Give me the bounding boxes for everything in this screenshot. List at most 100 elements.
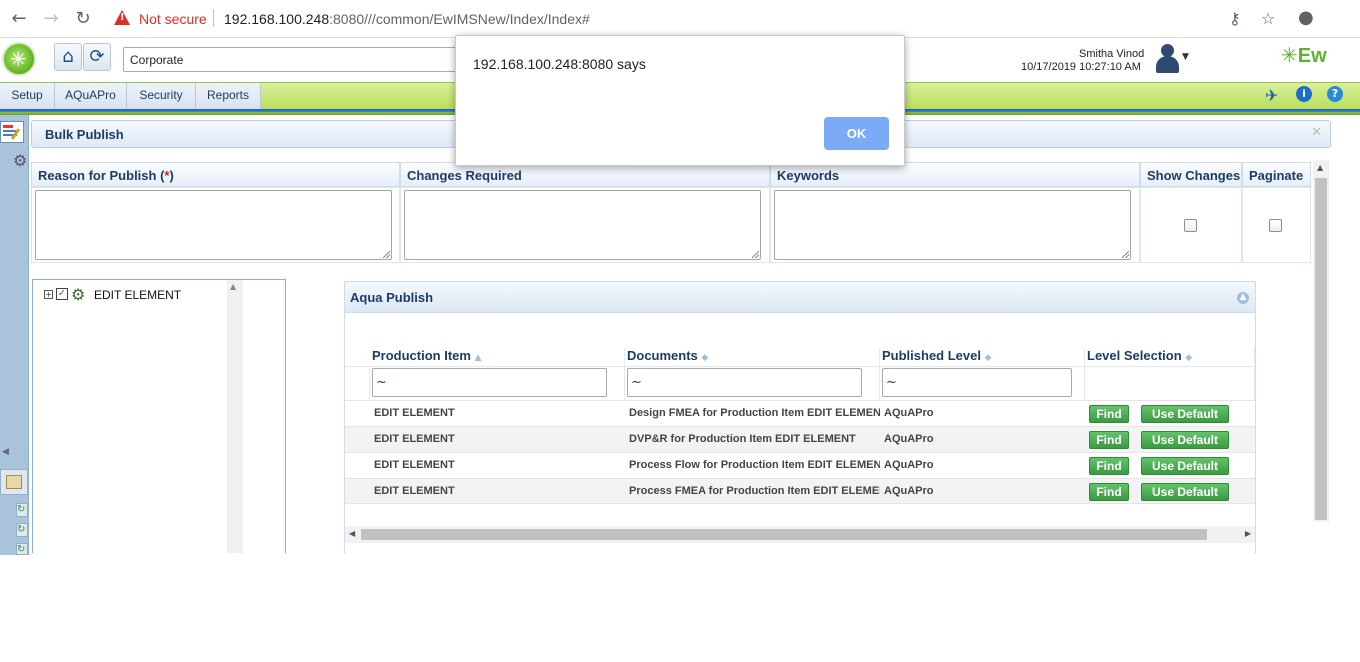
gear-icon[interactable]: ⚙: [13, 151, 27, 170]
dialog-message: 192.168.100.248:8080 says: [473, 56, 646, 72]
app-logo-icon: [2, 42, 36, 76]
cell-production-item: EDIT ELEMENT: [374, 459, 455, 471]
menu-group: Setup AQuAPro Security Reports: [0, 83, 261, 109]
use-default-button[interactable]: Use Default: [1141, 405, 1229, 423]
column-header-documents[interactable]: Documents ◆: [625, 348, 880, 366]
star-icon[interactable]: ☆: [1261, 9, 1275, 28]
filter-cell: ~: [625, 366, 880, 400]
sort-icon: ◆: [984, 353, 992, 363]
scroll-thumb[interactable]: [361, 529, 1207, 540]
back-arrow-icon[interactable]: ←: [8, 8, 30, 30]
security-label[interactable]: Not secure: [139, 11, 207, 27]
grid-title: Aqua Publish: [350, 290, 434, 305]
menu-item-reports[interactable]: Reports: [196, 83, 261, 109]
reload-icon[interactable]: ↻: [72, 8, 94, 30]
reason-label-close: ): [169, 168, 174, 183]
key-icon[interactable]: ⚷: [1229, 9, 1241, 28]
gear-icon: ⚙: [71, 285, 86, 304]
cell-production-item: EDIT ELEMENT: [374, 407, 455, 419]
scroll-up-icon[interactable]: ▲: [1317, 163, 1323, 172]
menu-item-aquapro[interactable]: AQuAPro: [55, 83, 127, 109]
use-default-button[interactable]: Use Default: [1141, 483, 1229, 501]
cell-published-level: AQuAPro: [884, 459, 934, 471]
find-button[interactable]: Find: [1089, 457, 1129, 475]
find-button[interactable]: Find: [1089, 431, 1129, 449]
tool-icon[interactable]: [0, 469, 28, 495]
user-name: Smitha Vinod: [1079, 48, 1145, 60]
filter-published-level-input[interactable]: ~: [882, 368, 1072, 397]
aqua-publish-grid: Aqua Publish ▲ Production Item ▲ Documen…: [344, 281, 1256, 553]
collapse-left-icon[interactable]: ◀: [2, 447, 9, 457]
column-header-published-level[interactable]: Published Level ◆: [880, 348, 1085, 366]
keywords-textarea[interactable]: [774, 190, 1131, 260]
reason-label: Reason for Publish (: [38, 168, 165, 183]
brand-text: Ew: [1297, 45, 1327, 67]
filter-production-item-input[interactable]: ~: [372, 368, 607, 397]
screen: ← → ↻ ! Not secure 192.168.100.248:8080/…: [0, 0, 1360, 662]
home-icon[interactable]: ⌂: [54, 43, 82, 71]
url-text[interactable]: 192.168.100.248:8080///common/EwIMSNew/I…: [224, 11, 590, 27]
column-label: Production Item: [372, 348, 471, 363]
paginate-header: Paginate: [1242, 162, 1311, 187]
find-button[interactable]: Find: [1089, 405, 1129, 423]
url-path: :8080///common/EwIMSNew/Index/Index#: [329, 11, 590, 27]
filter-documents-input[interactable]: ~: [627, 368, 862, 397]
tree-scrollbar[interactable]: [227, 280, 243, 553]
side-toolbar: ⚙ ◀ ↻ ↻ ↻: [0, 115, 29, 555]
show-changes-checkbox[interactable]: [1184, 219, 1197, 232]
main-content: Bulk Publish ✕ Reason for Publish (*) Ch…: [29, 115, 1335, 553]
filter-cell: [1085, 366, 1255, 400]
chevron-down-icon[interactable]: ▼: [1182, 52, 1189, 62]
scroll-right-icon[interactable]: ▶: [1245, 529, 1251, 538]
table-row[interactable]: EDIT ELEMENT Process Flow for Production…: [345, 452, 1255, 478]
alert-dialog: 192.168.100.248:8080 says OK: [455, 35, 905, 166]
tree-checkbox[interactable]: ✓: [56, 288, 68, 300]
column-label: Level Selection: [1087, 348, 1182, 363]
tree-node-label[interactable]: EDIT ELEMENT: [94, 288, 181, 302]
table-row[interactable]: EDIT ELEMENT Design FMEA for Production …: [345, 400, 1255, 426]
warning-icon: !: [114, 10, 130, 25]
scroll-thumb[interactable]: [1315, 178, 1327, 520]
info-icon[interactable]: i: [1296, 86, 1312, 102]
forward-arrow-icon[interactable]: →: [40, 8, 62, 30]
find-button[interactable]: Find: [1089, 483, 1129, 501]
changes-textarea[interactable]: [404, 190, 761, 260]
close-icon[interactable]: ✕: [1311, 124, 1322, 140]
table-row[interactable]: EDIT ELEMENT DVP&R for Production Item E…: [345, 426, 1255, 452]
column-label: Published Level: [882, 348, 981, 363]
menu-item-setup[interactable]: Setup: [0, 83, 55, 109]
help-icon[interactable]: ?: [1327, 86, 1343, 102]
refresh-small-icon[interactable]: ↻: [16, 503, 28, 517]
use-default-button[interactable]: Use Default: [1141, 431, 1229, 449]
element-tree: + ✓ ⚙ EDIT ELEMENT: [32, 279, 286, 553]
show-changes-header: Show Changes: [1140, 162, 1242, 187]
menu-item-security[interactable]: Security: [127, 83, 196, 109]
reason-textarea[interactable]: [35, 190, 392, 260]
table-row[interactable]: EDIT ELEMENT Process FMEA for Production…: [345, 478, 1255, 504]
column-header-level-selection[interactable]: Level Selection ◆: [1085, 348, 1255, 366]
page-edit-icon[interactable]: [0, 121, 24, 143]
user-avatar-icon[interactable]: [1153, 42, 1181, 74]
ok-button[interactable]: OK: [824, 117, 889, 150]
filter-cell: ~: [880, 366, 1085, 400]
refresh-small-icon[interactable]: ↻: [16, 523, 28, 537]
grid-caption: Aqua Publish ▲: [345, 282, 1255, 313]
url-host: 192.168.100.248: [224, 11, 330, 27]
paginate-checkbox[interactable]: [1269, 219, 1282, 232]
collapse-icon[interactable]: ▲: [1237, 292, 1249, 304]
company-select[interactable]: Corporate: [123, 47, 463, 72]
pin-icon[interactable]: ✈: [1265, 86, 1278, 105]
scroll-left-icon[interactable]: ◀: [349, 529, 355, 538]
column-header-production-item[interactable]: Production Item ▲: [370, 348, 625, 366]
filter-cell: ~: [370, 366, 625, 400]
use-default-button[interactable]: Use Default: [1141, 457, 1229, 475]
grid-horizontal-scrollbar[interactable]: ◀ ▶: [345, 526, 1255, 543]
refresh-small-icon[interactable]: ↻: [16, 543, 28, 555]
cell-published-level: AQuAPro: [884, 407, 934, 419]
address-bar[interactable]: ! Not secure 192.168.100.248:8080///comm…: [108, 6, 1288, 32]
refresh-icon[interactable]: ⟳: [83, 43, 111, 71]
expand-icon[interactable]: +: [44, 290, 53, 299]
page-vertical-scrollbar[interactable]: ▲: [1313, 160, 1329, 522]
sort-icon: ▲: [474, 353, 482, 363]
profile-icon[interactable]: ●: [1298, 7, 1314, 28]
